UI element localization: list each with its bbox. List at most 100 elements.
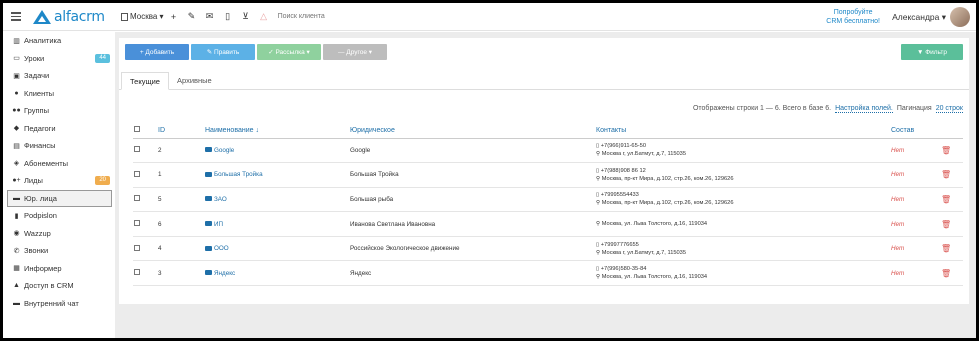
row-checkbox[interactable] [133, 211, 158, 237]
row-checkbox[interactable] [133, 236, 158, 262]
row-composition: Нет [891, 187, 941, 213]
sidebar-item-legal[interactable]: ▬ Юр. лица [7, 189, 112, 207]
row-name-link[interactable]: Google [205, 138, 350, 164]
sidebar-item-podpislon[interactable]: ▮ Podpislon [3, 207, 115, 225]
promo-line-2: CRM бесплатно! [826, 18, 880, 25]
logo[interactable]: alfacrm [33, 9, 117, 25]
sidebar-item-lessons[interactable]: ▭ Уроки 44 [3, 50, 115, 68]
plus-icon[interactable]: + [166, 12, 182, 22]
col-legal[interactable]: Юридическое [350, 123, 596, 139]
sidebar-item-crm-access[interactable]: ▲ Доступ в CRM [3, 277, 115, 295]
mail-icon[interactable]: ✉ [202, 11, 218, 22]
sidebar-item-label: Wazzup [24, 228, 51, 238]
row-contacts: ▯ +7(988)908 86 12 ⚲ Москва, пр-кт Мира, … [596, 162, 891, 188]
row-composition: Нет [891, 211, 941, 237]
user-icon: ● [14, 89, 19, 97]
lock-icon: ▲ [13, 282, 20, 290]
row-name-link[interactable]: ЗАО [205, 187, 350, 213]
row-phone: ▯ +7(996)580-35-84 [596, 266, 647, 273]
table-row[interactable]: 5 ЗАО Большая рыба ▯ +79995554433 ⚲ Москва, … [133, 187, 963, 213]
field-settings-link[interactable]: Настройка полей. [835, 105, 893, 113]
user-menu[interactable]: Александра ▾ [892, 12, 946, 23]
page-size-link[interactable]: 20 строк [935, 105, 963, 113]
row-name-link[interactable]: ИП [205, 211, 350, 237]
row-composition: Нет [891, 260, 941, 287]
select-all-checkbox[interactable] [133, 123, 158, 139]
row-id: 2 [158, 138, 205, 164]
cart-icon[interactable]: ⊻ [238, 11, 254, 22]
sidebar-item-label: Доступ в CRM [24, 281, 74, 291]
col-id[interactable]: ID [158, 123, 205, 139]
table-row[interactable]: 6 ИП Иванова Светлана Ивановна ⚲ Москва, ул… [133, 211, 963, 237]
wrench-icon[interactable]: ✎ [184, 11, 200, 22]
row-id: 3 [158, 260, 205, 287]
add-button[interactable]: + Добавить [125, 44, 189, 60]
informer-icon: ▦ [13, 265, 20, 273]
filter-button[interactable]: ▼ Фильтр [901, 44, 963, 60]
sidebar-item-label: Абонементы [24, 158, 69, 168]
promo-link[interactable]: Попробуйте CRM бесплатно! [826, 8, 880, 26]
row-checkbox[interactable] [133, 138, 158, 164]
sidebar-item-wazzup[interactable]: ◉ Wazzup [3, 225, 115, 243]
mailing-button[interactable]: ✓ Рассылка ▾ [257, 44, 321, 60]
sidebar-item-calls[interactable]: ✆ Звонки [3, 242, 115, 260]
sidebar-item-internal-chat[interactable]: ▬ Внутренний чат [3, 295, 115, 313]
table-row[interactable]: 3 Яндекс Яндекс ▯ +7(996)580-35-84 ⚲ Москва,… [133, 260, 963, 287]
sidebar-item-leads[interactable]: ●+ Лиды 20 [3, 172, 115, 190]
row-contacts: ▯ +79995554433 ⚲ Москва, пр-кт Мира, д.10… [596, 187, 891, 213]
delete-icon[interactable]: 🗑 [941, 260, 963, 287]
edit-button[interactable]: ✎ Править [191, 44, 255, 60]
users-icon: ●● [12, 107, 21, 115]
table-row[interactable]: 4 ООО Российское Экологическое движение ▯ +… [133, 236, 963, 262]
analytics-icon: ▥ [13, 37, 20, 45]
bell-icon[interactable]: △ [256, 11, 272, 22]
row-name-link[interactable]: ООО [205, 236, 350, 262]
col-name[interactable]: Наименование ↓ [205, 123, 350, 139]
row-address: ⚲ Москва, ул. Льва Толстого, д.16, 11903… [596, 274, 708, 281]
menu-icon[interactable] [5, 3, 27, 31]
branch-selector[interactable]: Москва ▾ [121, 12, 164, 21]
delete-icon[interactable]: 🗑 [941, 162, 963, 188]
delete-icon[interactable]: 🗑 [941, 187, 963, 213]
sidebar-item-groups[interactable]: ●● Группы [3, 102, 115, 120]
sidebar-item-clients[interactable]: ● Клиенты [3, 85, 115, 103]
row-checkbox[interactable] [133, 260, 158, 287]
sidebar-item-label: Клиенты [24, 88, 55, 98]
row-name: ИП [214, 220, 224, 228]
delete-icon[interactable]: 🗑 [941, 236, 963, 262]
row-name-link[interactable]: Большая Тройка [205, 162, 350, 188]
briefcase-icon [205, 270, 212, 276]
sidebar-item-finance[interactable]: ▤ Финансы [3, 137, 115, 155]
row-checkbox[interactable] [133, 162, 158, 188]
table-row[interactable]: 2 Google Google ▯ +7(966)911-65-50 ⚲ Москва … [133, 138, 963, 164]
phone-icon[interactable]: ▯ [220, 11, 236, 22]
row-composition: Нет [891, 138, 941, 164]
sidebar-item-subscriptions[interactable]: ◈ Абонементы [3, 155, 115, 173]
user-plus-icon: ●+ [12, 177, 21, 185]
row-name-link[interactable]: Яндекс [205, 260, 350, 287]
sidebar-item-tasks[interactable]: ▣ Задачи [3, 67, 115, 85]
sidebar-item-teachers[interactable]: ◆ Педагоги [3, 120, 115, 138]
phone-icon: ✆ [13, 247, 20, 255]
search-input[interactable] [277, 9, 398, 24]
sidebar-item-analytics[interactable]: ▥ Аналитика [3, 32, 115, 50]
row-contacts: ▯ +79997776655 ⚲ Москва г, ул.Батмут, д.7… [596, 236, 891, 262]
briefcase-icon [205, 171, 212, 177]
table-row[interactable]: 1 Большая Тройка Большая Тройка ▯ +7(988)90… [133, 162, 963, 188]
avatar[interactable] [950, 7, 970, 27]
sidebar-item-label: Юр. лица [24, 193, 57, 203]
delete-icon[interactable]: 🗑 [941, 138, 963, 164]
row-address: ⚲ Москва, ул. Льва Толстого, д.16, 11903… [596, 221, 708, 228]
row-name: Большая Тройка [214, 171, 263, 179]
row-checkbox[interactable] [133, 187, 158, 213]
col-contacts[interactable]: Контакты [596, 123, 891, 139]
tab-current[interactable]: Текущие [121, 72, 169, 90]
sidebar-item-label: Уроки [24, 53, 45, 63]
tab-archive[interactable]: Архивные [169, 72, 220, 90]
promo-line-1: Попробуйте [833, 9, 873, 16]
other-button[interactable]: — Другое ▾ [323, 44, 387, 60]
col-composition[interactable]: Состав [891, 123, 941, 139]
delete-icon[interactable]: 🗑 [941, 211, 963, 237]
content-panel: + Добавить ✎ Править ✓ Рассылка ▾ — Друг… [119, 38, 969, 304]
sidebar-item-informer[interactable]: ▦ Информер [3, 260, 115, 278]
